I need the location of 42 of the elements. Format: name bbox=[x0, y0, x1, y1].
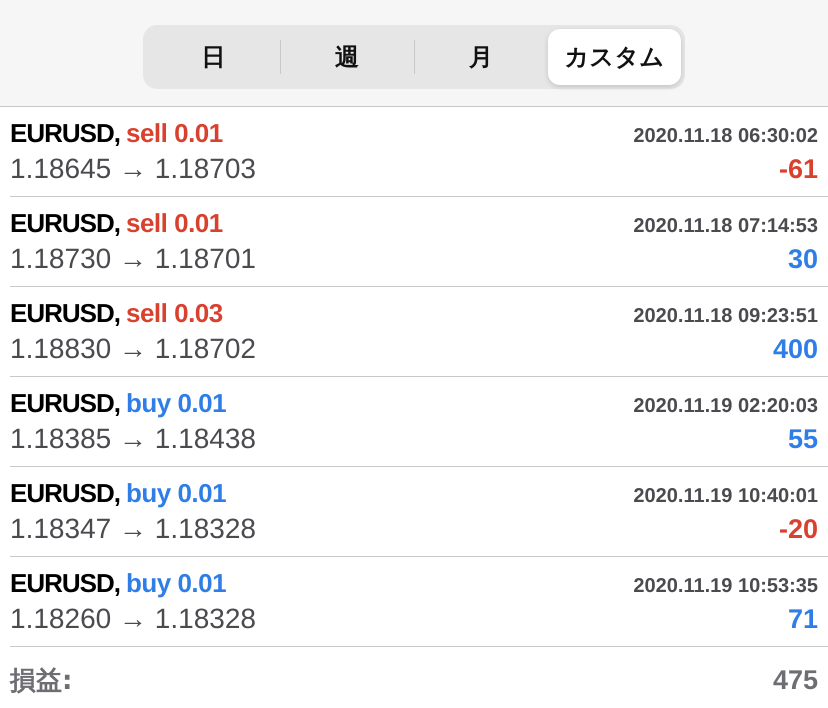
deal-row[interactable]: EURUSD, buy 0.01 2020.11.19 02:20:03 1.18385 → 1.18438 55 bbox=[10, 377, 828, 467]
deal-row[interactable]: EURUSD, buy 0.01 2020.11.19 10:40:01 1.18347 → 1.18328 -20 bbox=[10, 467, 828, 557]
order-text: buy 0.01 bbox=[126, 388, 226, 419]
order-text: sell 0.03 bbox=[126, 298, 223, 329]
deal-time: 2020.11.19 10:53:35 bbox=[633, 575, 818, 598]
profit-total: 475 bbox=[772, 664, 818, 696]
symbol-text: EURUSD, bbox=[10, 388, 120, 419]
price-range: 1.18347 → 1.18328 bbox=[10, 513, 256, 545]
price-range: 1.18385 → 1.18438 bbox=[10, 423, 256, 455]
deal-row[interactable]: EURUSD, buy 0.01 2020.11.19 10:53:35 1.18260 → 1.18328 71 bbox=[10, 557, 828, 647]
profit-value: 400 bbox=[772, 334, 818, 365]
price-range: 1.18260 → 1.18328 bbox=[10, 603, 256, 635]
price-range: 1.18645 → 1.18703 bbox=[10, 153, 256, 185]
deal-time: 2020.11.19 10:40:01 bbox=[633, 485, 818, 508]
profit-value: 55 bbox=[788, 424, 818, 455]
period-tab[interactable]: 月 bbox=[414, 29, 548, 85]
period-tab[interactable]: カスタム bbox=[548, 29, 681, 85]
deal-row[interactable]: EURUSD, sell 0.01 2020.11.18 07:14:53 1.18730 → 1.18701 30 bbox=[10, 197, 828, 287]
symbol-text: EURUSD, bbox=[10, 298, 120, 329]
symbol-text: EURUSD, bbox=[10, 568, 120, 599]
deal-row[interactable]: EURUSD, sell 0.01 2020.11.18 06:30:02 1.18645 → 1.18703 -61 bbox=[10, 107, 828, 197]
profit-value: -61 bbox=[778, 154, 818, 185]
symbol-text: EURUSD, bbox=[10, 208, 120, 239]
order-text: buy 0.01 bbox=[126, 568, 226, 599]
deal-time: 2020.11.18 06:30:02 bbox=[633, 125, 818, 148]
symbol-text: EURUSD, bbox=[10, 478, 120, 509]
period-tab[interactable]: 日 bbox=[147, 29, 280, 85]
order-text: sell 0.01 bbox=[126, 118, 223, 149]
deal-time: 2020.11.18 07:14:53 bbox=[633, 215, 818, 238]
symbol-text: EURUSD, bbox=[10, 118, 120, 149]
price-range: 1.18730 → 1.18701 bbox=[10, 243, 256, 275]
period-tab[interactable]: 週 bbox=[280, 29, 414, 85]
price-range: 1.18830 → 1.18702 bbox=[10, 333, 256, 365]
order-text: buy 0.01 bbox=[126, 478, 226, 509]
deal-time: 2020.11.19 02:20:03 bbox=[633, 395, 818, 418]
profit-value: -20 bbox=[778, 514, 818, 545]
order-text: sell 0.01 bbox=[126, 208, 223, 239]
deal-row[interactable]: EURUSD, sell 0.03 2020.11.18 09:23:51 1.18830 → 1.18702 400 bbox=[10, 287, 828, 377]
deal-time: 2020.11.18 09:23:51 bbox=[633, 305, 818, 328]
profit-value: 71 bbox=[788, 604, 818, 635]
profit-label: 損益: bbox=[10, 664, 72, 698]
profit-value: 30 bbox=[788, 244, 818, 275]
